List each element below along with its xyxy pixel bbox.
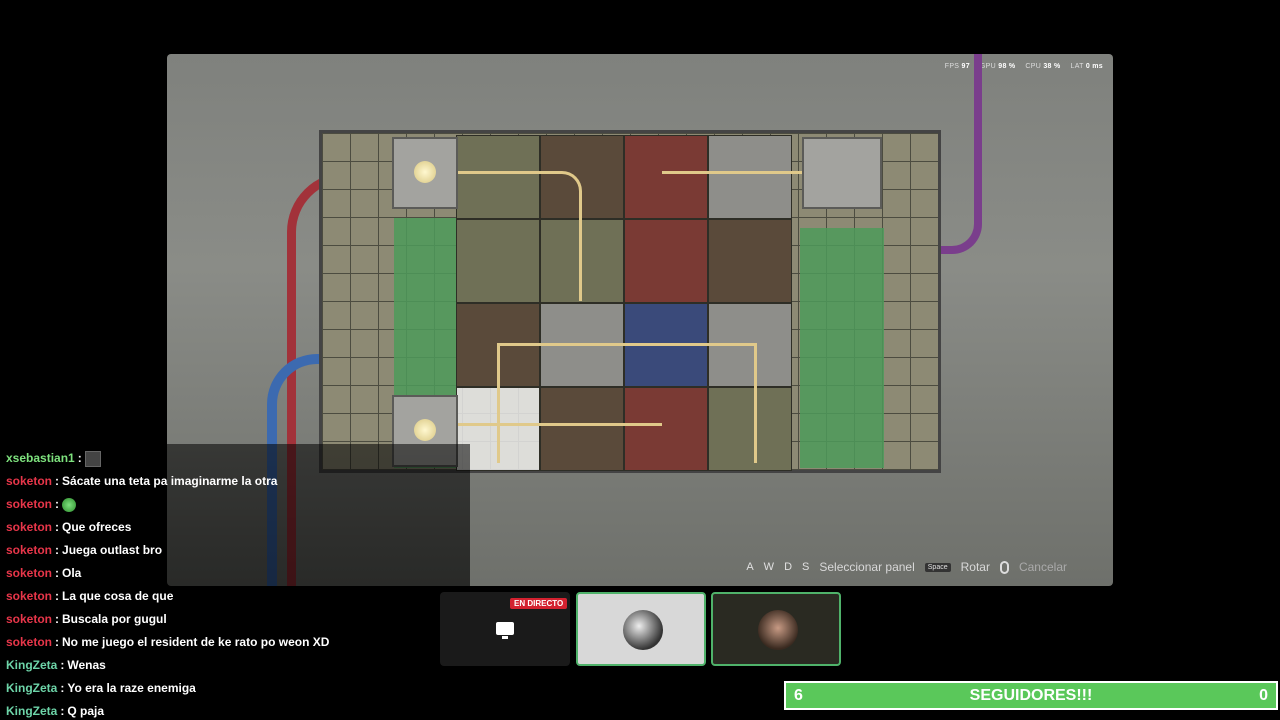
chat-separator: : xyxy=(60,704,65,718)
chat-username[interactable]: soketon xyxy=(6,565,52,582)
chat-message: xsebastian1 : xyxy=(6,447,476,470)
chat-message: KingZeta : Yo era la raze enemiga xyxy=(6,677,476,700)
webcam-avatar xyxy=(758,610,798,650)
chat-username[interactable]: KingZeta xyxy=(6,657,57,674)
green-zone-right xyxy=(800,228,884,468)
circuit-board xyxy=(319,130,941,473)
chat-username[interactable]: xsebastian1 xyxy=(6,450,75,467)
chat-username[interactable]: soketon xyxy=(6,542,52,559)
circuit-wire xyxy=(422,423,662,426)
chat-separator: : xyxy=(55,612,60,626)
chat-separator: : xyxy=(60,658,65,672)
chat-username[interactable]: soketon xyxy=(6,473,52,490)
panel-tile[interactable] xyxy=(624,135,708,219)
panel-tile[interactable] xyxy=(624,219,708,303)
chat-text: No me juego el resident de ke rato po we… xyxy=(62,635,330,649)
chat-text: Que ofreces xyxy=(62,520,132,534)
key-a: A xyxy=(746,561,754,573)
follower-goal-bar: 6 SEGUIDORES!!! 0 xyxy=(784,681,1278,710)
chat-separator: : xyxy=(55,543,60,557)
chat-separator: : xyxy=(55,520,60,534)
live-badge: EN DIRECTO xyxy=(510,598,568,609)
chat-separator: : xyxy=(55,474,60,488)
key-d: D xyxy=(784,561,793,573)
space-key: Space xyxy=(924,562,951,572)
rotate-label: Rotar xyxy=(960,560,990,574)
panel-tile[interactable] xyxy=(708,219,792,303)
panel-tile[interactable] xyxy=(708,135,792,219)
terminal-node xyxy=(414,419,436,441)
avatar-card-1[interactable] xyxy=(576,592,706,666)
chat-separator: : xyxy=(55,566,60,580)
chat-message: soketon : Juega outlast bro xyxy=(6,539,476,562)
chat-message: KingZeta : Q paja xyxy=(6,700,476,720)
image-emote-icon xyxy=(84,450,101,467)
screen-share-icon xyxy=(496,622,514,639)
chat-text: Ola xyxy=(62,566,82,580)
follower-goal-label: SEGUIDORES!!! xyxy=(969,686,1093,704)
chat-username[interactable]: soketon xyxy=(6,519,52,536)
mouse-icon xyxy=(999,560,1009,574)
chat-message: soketon : Sácate una teta pa imaginarme … xyxy=(6,470,476,493)
gpu-stat: GPU 98 % xyxy=(979,63,1016,70)
output-terminal-right xyxy=(802,137,882,209)
key-s: S xyxy=(802,561,810,573)
chat-username[interactable]: soketon xyxy=(6,496,52,513)
terminal-node xyxy=(414,161,436,183)
power-terminal-top-left xyxy=(392,137,458,209)
chat-text: Q paja xyxy=(67,704,105,718)
stream-preview[interactable]: EN DIRECTO xyxy=(440,592,570,666)
chat-username[interactable]: KingZeta xyxy=(6,703,57,720)
key-w: W xyxy=(763,561,775,573)
chat-text: La que cosa de que xyxy=(62,589,174,603)
chat-list: xsebastian1 : soketon : Sácate una teta … xyxy=(6,447,476,720)
select-panel-label: Seleccionar panel xyxy=(819,560,915,574)
chat-username[interactable]: KingZeta xyxy=(6,680,57,697)
latency-stat: LAT 0 ms xyxy=(1070,63,1103,70)
chat-message: soketon : xyxy=(6,493,476,516)
chat-separator: : xyxy=(55,635,60,649)
green-emote-icon xyxy=(62,497,77,512)
avatar xyxy=(623,610,663,650)
chat-message: soketon : Ola xyxy=(6,562,476,585)
chat-separator: : xyxy=(77,451,82,465)
chat-separator: : xyxy=(55,497,60,511)
cancel-label: Cancelar xyxy=(1018,560,1067,574)
chat-message: soketon : La que cosa de que xyxy=(6,585,476,608)
chat-text: Buscala por gugul xyxy=(62,612,167,626)
chat-username[interactable]: soketon xyxy=(6,634,52,651)
chat-username[interactable]: soketon xyxy=(6,588,52,605)
webcam-card[interactable] xyxy=(711,592,841,666)
chat-text: Juega outlast bro xyxy=(62,543,163,557)
follower-current: 6 xyxy=(794,686,803,704)
chat-message: soketon : Que ofreces xyxy=(6,516,476,539)
chat-message: KingZeta : Wenas xyxy=(6,654,476,677)
cpu-stat: CPU 38 % xyxy=(1025,63,1061,70)
follower-goal-target: 0 xyxy=(1259,686,1268,704)
chat-username[interactable]: soketon xyxy=(6,611,52,628)
circuit-wire xyxy=(662,171,802,174)
controls-hint: A W D S Seleccionar panel Space Rotar Ca… xyxy=(746,560,1067,574)
circuit-wire xyxy=(497,343,757,463)
chat-text: Sácate una teta pa imaginarme la otra xyxy=(62,474,278,488)
chat-separator: : xyxy=(60,681,65,695)
chat-separator: : xyxy=(55,589,60,603)
chat-text: Yo era la raze enemiga xyxy=(67,681,196,695)
chat-text: Wenas xyxy=(67,658,106,672)
chat-message: soketon : Buscala por gugul xyxy=(6,608,476,631)
chat-message: soketon : No me juego el resident de ke … xyxy=(6,631,476,654)
